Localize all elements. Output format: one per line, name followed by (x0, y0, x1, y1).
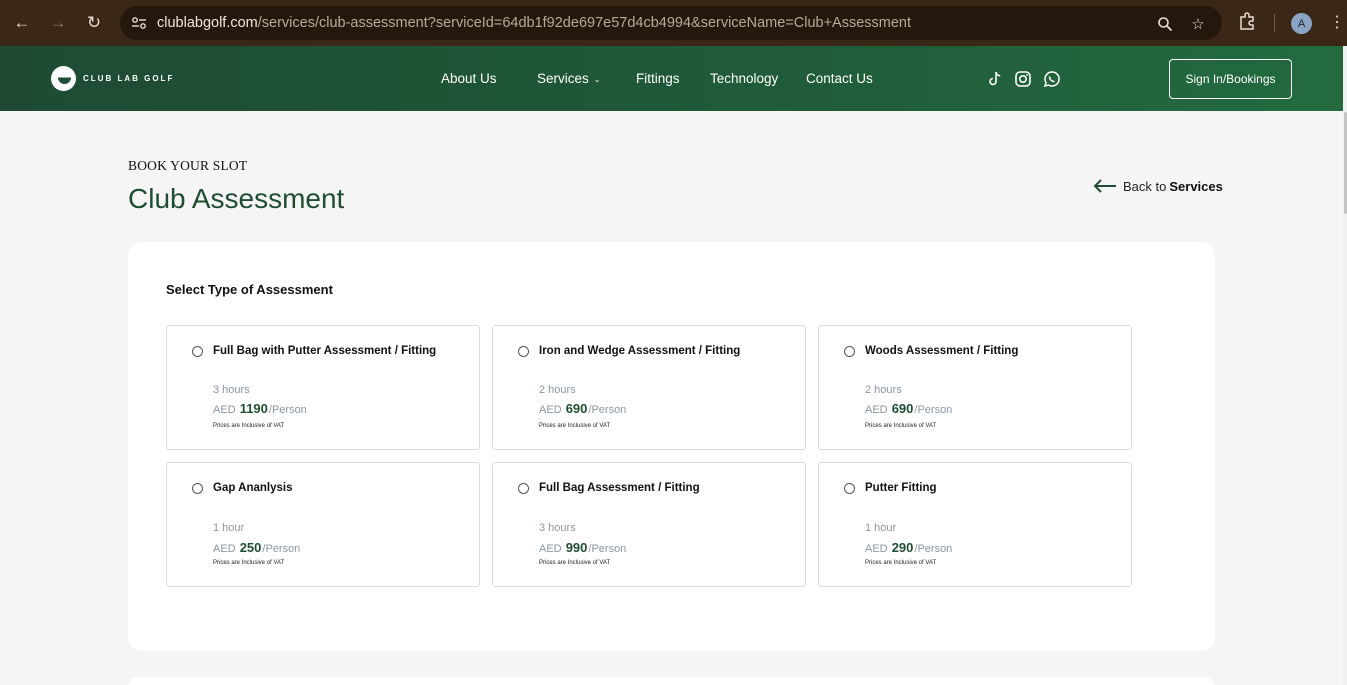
price-amount: 250 (239, 540, 262, 555)
nav-contact-us[interactable]: Contact Us (806, 71, 873, 86)
option-price: AED 690/Person (539, 401, 626, 416)
chevron-down-icon: ⌄ (593, 74, 601, 84)
next-section-panel (128, 677, 1215, 685)
reload-icon[interactable]: ↻ (80, 9, 108, 37)
option-name: Iron and Wedge Assessment / Fitting (539, 345, 741, 357)
site-logo[interactable]: CLUB LAB GOLF (51, 66, 174, 91)
option-price: AED 250/Person (213, 540, 300, 555)
option-duration: 2 hours (539, 384, 576, 396)
vat-note: Prices are Inclusive of VAT (213, 560, 285, 566)
tiktok-icon[interactable] (986, 70, 1004, 88)
url-path: /services/club-assessment?serviceId=64db… (257, 15, 912, 31)
browser-menu-icon[interactable]: ⋮ (1329, 12, 1345, 34)
back-link-target: Services (1169, 178, 1223, 194)
bookmark-star-icon[interactable]: ☆ (1188, 14, 1208, 34)
back-link-prefix: Back to (1123, 178, 1167, 194)
vat-note: Prices are Inclusive of VAT (539, 423, 611, 429)
logo-text: CLUB LAB GOLF (83, 74, 175, 83)
option-price: AED 1190/Person (213, 401, 307, 416)
logo-mark-icon (51, 66, 76, 91)
extensions-icon[interactable] (1238, 12, 1258, 32)
radio-button[interactable] (844, 346, 855, 357)
vat-note: Prices are Inclusive of VAT (539, 560, 611, 566)
back-arrow-long-icon (1093, 179, 1116, 193)
nav-services-label: Services (537, 71, 589, 86)
price-unit: /Person (588, 543, 627, 555)
price-unit: /Person (914, 404, 953, 416)
nav-about-us[interactable]: About Us (441, 71, 497, 86)
radio-button[interactable] (518, 346, 529, 357)
vat-note: Prices are Inclusive of VAT (865, 560, 937, 566)
price-currency: AED (865, 543, 888, 555)
section-label: Select Type of Assessment (166, 282, 333, 297)
price-amount: 990 (565, 540, 588, 555)
vat-note: Prices are Inclusive of VAT (865, 423, 937, 429)
option-price: AED 690/Person (865, 401, 952, 416)
forward-arrow-icon[interactable]: → (44, 9, 72, 37)
option-name: Putter Fitting (865, 482, 937, 494)
option-price: AED 990/Person (539, 540, 626, 555)
sign-in-bookings-button[interactable]: Sign In/Bookings (1169, 59, 1292, 99)
radio-button[interactable] (192, 483, 203, 494)
nav-technology[interactable]: Technology (710, 71, 778, 86)
url-text: clublabgolf.com/services/club-assessment… (157, 15, 911, 31)
option-name: Full Bag Assessment / Fitting (539, 482, 700, 494)
price-unit: /Person (268, 404, 307, 416)
radio-button[interactable] (844, 483, 855, 494)
option-duration: 3 hours (539, 522, 576, 534)
price-currency: AED (865, 404, 888, 416)
assessment-option[interactable]: Full Bag Assessment / Fitting 3 hours AE… (492, 462, 806, 587)
site-settings-icon[interactable] (129, 13, 149, 33)
site-header: CLUB LAB GOLF About Us Services ⌄ Fitting… (0, 46, 1343, 111)
instagram-icon[interactable] (1014, 70, 1032, 88)
price-currency: AED (539, 543, 562, 555)
assessment-option[interactable]: Putter Fitting 1 hour AED 290/Person Pri… (818, 462, 1132, 587)
assessment-option[interactable]: Iron and Wedge Assessment / Fitting 2 ho… (492, 325, 806, 450)
price-amount: 1190 (239, 401, 268, 416)
whatsapp-icon[interactable] (1043, 70, 1061, 88)
zoom-icon[interactable] (1155, 14, 1175, 34)
assessment-option[interactable]: Woods Assessment / Fitting 2 hours AED 6… (818, 325, 1132, 450)
page-eyebrow: BOOK YOUR SLOT (128, 158, 248, 173)
toolbar-divider (1274, 14, 1275, 32)
profile-avatar[interactable]: A (1291, 13, 1312, 34)
vat-note: Prices are Inclusive of VAT (213, 423, 285, 429)
price-currency: AED (539, 404, 562, 416)
option-name: Full Bag with Putter Assessment / Fittin… (213, 345, 437, 357)
option-name: Woods Assessment / Fitting (865, 345, 1019, 357)
price-unit: /Person (588, 404, 627, 416)
option-duration: 2 hours (865, 384, 902, 396)
option-duration: 1 hour (213, 522, 245, 534)
price-unit: /Person (914, 543, 953, 555)
radio-button[interactable] (518, 483, 529, 494)
assessment-option[interactable]: Full Bag with Putter Assessment / Fittin… (166, 325, 480, 450)
nav-services[interactable]: Services ⌄ (537, 71, 600, 86)
price-amount: 690 (891, 401, 914, 416)
nav-fittings[interactable]: Fittings (636, 71, 680, 86)
option-duration: 3 hours (213, 384, 250, 396)
page-title: Club Assessment (128, 183, 345, 214)
price-unit: /Person (262, 543, 301, 555)
price-currency: AED (213, 404, 236, 416)
address-bar[interactable]: clublabgolf.com/services/club-assessment… (120, 6, 1222, 40)
option-duration: 1 hour (865, 522, 897, 534)
option-name: Gap Ananlysis (213, 482, 293, 494)
price-amount: 690 (565, 401, 588, 416)
back-arrow-icon[interactable]: ← (8, 9, 36, 37)
assessment-option[interactable]: Gap Ananlysis 1 hour AED 250/Person Pric… (166, 462, 480, 587)
option-price: AED 290/Person (865, 540, 952, 555)
back-to-services-link[interactable]: Back to Services (1093, 178, 1223, 194)
price-currency: AED (213, 543, 236, 555)
price-amount: 290 (891, 540, 914, 555)
radio-button[interactable] (192, 346, 203, 357)
browser-toolbar: ← → ↻ clublabgolf.com/services/club-asse… (0, 0, 1347, 46)
url-host: clublabgolf.com (157, 15, 258, 31)
